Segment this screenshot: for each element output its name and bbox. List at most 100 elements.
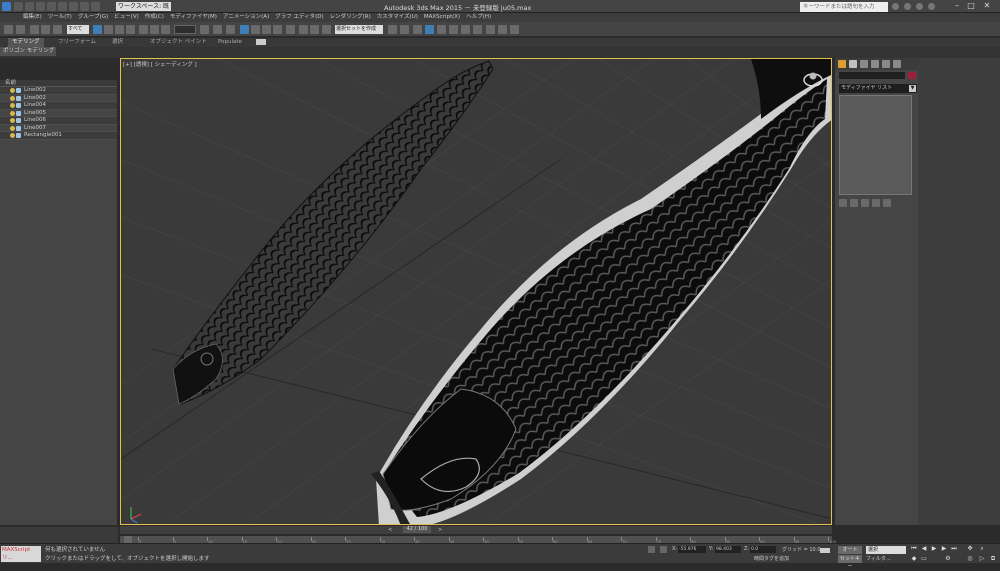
pin-stack-icon[interactable] xyxy=(839,199,847,207)
undo-tool-icon[interactable] xyxy=(4,25,13,34)
redo-icon[interactable] xyxy=(58,2,67,11)
y-coordinate-field[interactable]: 98.403 xyxy=(715,546,741,553)
field-of-view-icon[interactable]: ▷ xyxy=(978,555,986,563)
percent-snap-icon[interactable] xyxy=(262,25,271,34)
list-item[interactable]: Line002 xyxy=(0,87,117,95)
key-mode-icon[interactable]: ◆ xyxy=(910,555,918,563)
key-icon[interactable] xyxy=(820,548,830,553)
key-filters-button[interactable]: フィルタ... xyxy=(866,555,906,563)
mirror-icon[interactable] xyxy=(299,25,308,34)
align-tool-icon[interactable] xyxy=(400,25,409,34)
previous-frame-icon[interactable]: ◀ xyxy=(920,545,928,553)
modifier-list-dropdown[interactable]: モディファイヤ リスト ▼ xyxy=(839,84,917,93)
ribbon-toggle-icon[interactable] xyxy=(256,39,266,45)
visibility-icon[interactable] xyxy=(10,133,15,138)
list-item[interactable]: Line004 xyxy=(0,102,117,110)
zoom-icon[interactable]: ⌕ xyxy=(978,545,986,553)
add-time-tag[interactable]: 時間タグを追加 xyxy=(754,555,789,562)
next-frame-icon[interactable]: > xyxy=(438,527,442,533)
mirror-tool-icon[interactable] xyxy=(388,25,397,34)
rotate-icon[interactable] xyxy=(150,25,159,34)
list-item[interactable]: Line007 xyxy=(0,125,117,132)
render-setup-icon[interactable] xyxy=(486,25,495,34)
redo-tool-icon[interactable] xyxy=(16,25,25,34)
time-slider[interactable]: < 42 / 100 > xyxy=(120,526,832,534)
visibility-icon[interactable] xyxy=(10,118,15,123)
unlink-icon[interactable] xyxy=(41,25,50,34)
tab-freeform[interactable]: フリーフォーム xyxy=(58,38,96,47)
visibility-icon[interactable] xyxy=(10,125,15,131)
display-tab-icon[interactable] xyxy=(882,60,890,68)
menu-item[interactable]: グループ(G) xyxy=(75,13,111,22)
modifier-stack[interactable] xyxy=(839,95,912,195)
scale-icon[interactable] xyxy=(161,25,170,34)
go-to-end-icon[interactable]: ⏭ xyxy=(950,545,958,553)
lock-selection-icon[interactable] xyxy=(648,546,655,553)
track-bar[interactable]: 0 5 10 15 20 25 30 35 40 45 50 55 60 65 70 75 80 85 90 95 10… xyxy=(120,535,836,544)
select-manipulate-icon[interactable] xyxy=(213,25,222,34)
menu-item[interactable]: 作成(C) xyxy=(142,13,167,22)
close-icon[interactable]: ✕ xyxy=(982,1,992,11)
perspective-viewport[interactable]: [+] [透視] [ シェーディング ] xyxy=(120,58,832,525)
keyboard-shortcut-icon[interactable] xyxy=(226,25,235,34)
tab-modeling[interactable]: モデリング xyxy=(8,38,44,47)
graphite-toggle-icon[interactable] xyxy=(437,25,446,34)
menu-item[interactable]: カスタマイズ(U) xyxy=(374,13,421,22)
tab-populate[interactable]: Populate xyxy=(218,38,242,47)
menu-item[interactable]: レンダリング(R) xyxy=(327,13,374,22)
key-filter-dropdown[interactable]: 選択 xyxy=(866,546,906,554)
bind-spacewarp-icon[interactable] xyxy=(53,25,62,34)
remove-modifier-icon[interactable] xyxy=(872,199,880,207)
x-coordinate-field[interactable]: -55.976 xyxy=(678,546,706,553)
tab-selection[interactable]: 選択 xyxy=(112,38,123,47)
pivot-icon[interactable] xyxy=(200,25,209,34)
list-item[interactable]: Line006 xyxy=(0,117,117,125)
mini-curve-editor-icon[interactable] xyxy=(124,536,132,543)
polygon-modeling-panel[interactable]: ポリゴン モデリング xyxy=(0,47,56,56)
rect-region-icon[interactable] xyxy=(115,25,124,34)
viewport-label[interactable]: [+] [透視] [ シェーディング ] xyxy=(123,60,197,68)
explorer-column-header[interactable]: 名前 xyxy=(0,80,117,87)
save-file-icon[interactable] xyxy=(36,2,45,11)
menu-item[interactable]: グラフ エディタ(D) xyxy=(272,13,326,22)
z-coordinate-field[interactable]: 0.0 xyxy=(750,546,776,553)
new-file-icon[interactable] xyxy=(14,2,23,11)
utilities-tab-icon[interactable] xyxy=(893,60,901,68)
maximize-viewport-icon[interactable]: ⧉ xyxy=(989,555,997,563)
menu-item[interactable]: ビュー(V) xyxy=(111,13,142,22)
orbit-icon[interactable]: ◎ xyxy=(966,555,974,563)
maximize-icon[interactable]: □ xyxy=(966,1,976,11)
snaps-toggle-icon[interactable] xyxy=(240,25,249,34)
rendered-frame-icon[interactable] xyxy=(498,25,507,34)
menu-item[interactable]: 編集(E) xyxy=(20,13,45,22)
project-folder-icon[interactable] xyxy=(69,2,78,11)
next-key-icon[interactable]: ▶ xyxy=(940,545,948,553)
time-config-icon[interactable]: ⚙ xyxy=(944,555,952,563)
spinner-snap-icon[interactable] xyxy=(273,25,282,34)
app-logo-icon[interactable] xyxy=(2,2,11,11)
move-icon[interactable] xyxy=(139,25,148,34)
list-item[interactable]: Rectangle001 xyxy=(0,132,117,140)
menu-item[interactable]: ヘルプ(H) xyxy=(463,13,494,22)
binoculars-icon[interactable] xyxy=(892,3,899,10)
menu-item[interactable]: ツール(T) xyxy=(45,13,75,22)
create-tab-icon[interactable] xyxy=(838,60,846,68)
curve-editor-icon[interactable] xyxy=(449,25,458,34)
select-object-icon[interactable] xyxy=(93,25,102,34)
object-name-field[interactable] xyxy=(839,72,905,79)
list-item[interactable]: Line002 xyxy=(0,95,117,102)
undo-icon[interactable] xyxy=(47,2,56,11)
visibility-icon[interactable] xyxy=(10,103,15,108)
select-by-name-icon[interactable] xyxy=(104,25,113,34)
visibility-icon[interactable] xyxy=(10,95,15,101)
fetch-icon[interactable] xyxy=(91,2,100,11)
pan-icon[interactable]: ✥ xyxy=(966,545,974,553)
chevron-down-icon[interactable]: ▼ xyxy=(909,85,916,92)
visibility-icon[interactable] xyxy=(10,88,15,93)
reference-coord-dropdown[interactable] xyxy=(174,25,196,34)
search-input[interactable]: キーワードまたは語句を入力 xyxy=(800,2,888,12)
set-key-button[interactable]: セットキー xyxy=(838,555,862,570)
play-icon[interactable]: ▶ xyxy=(930,545,938,553)
hierarchy-tab-icon[interactable] xyxy=(860,60,868,68)
time-slider-thumb[interactable]: 42 / 100 xyxy=(403,526,431,533)
